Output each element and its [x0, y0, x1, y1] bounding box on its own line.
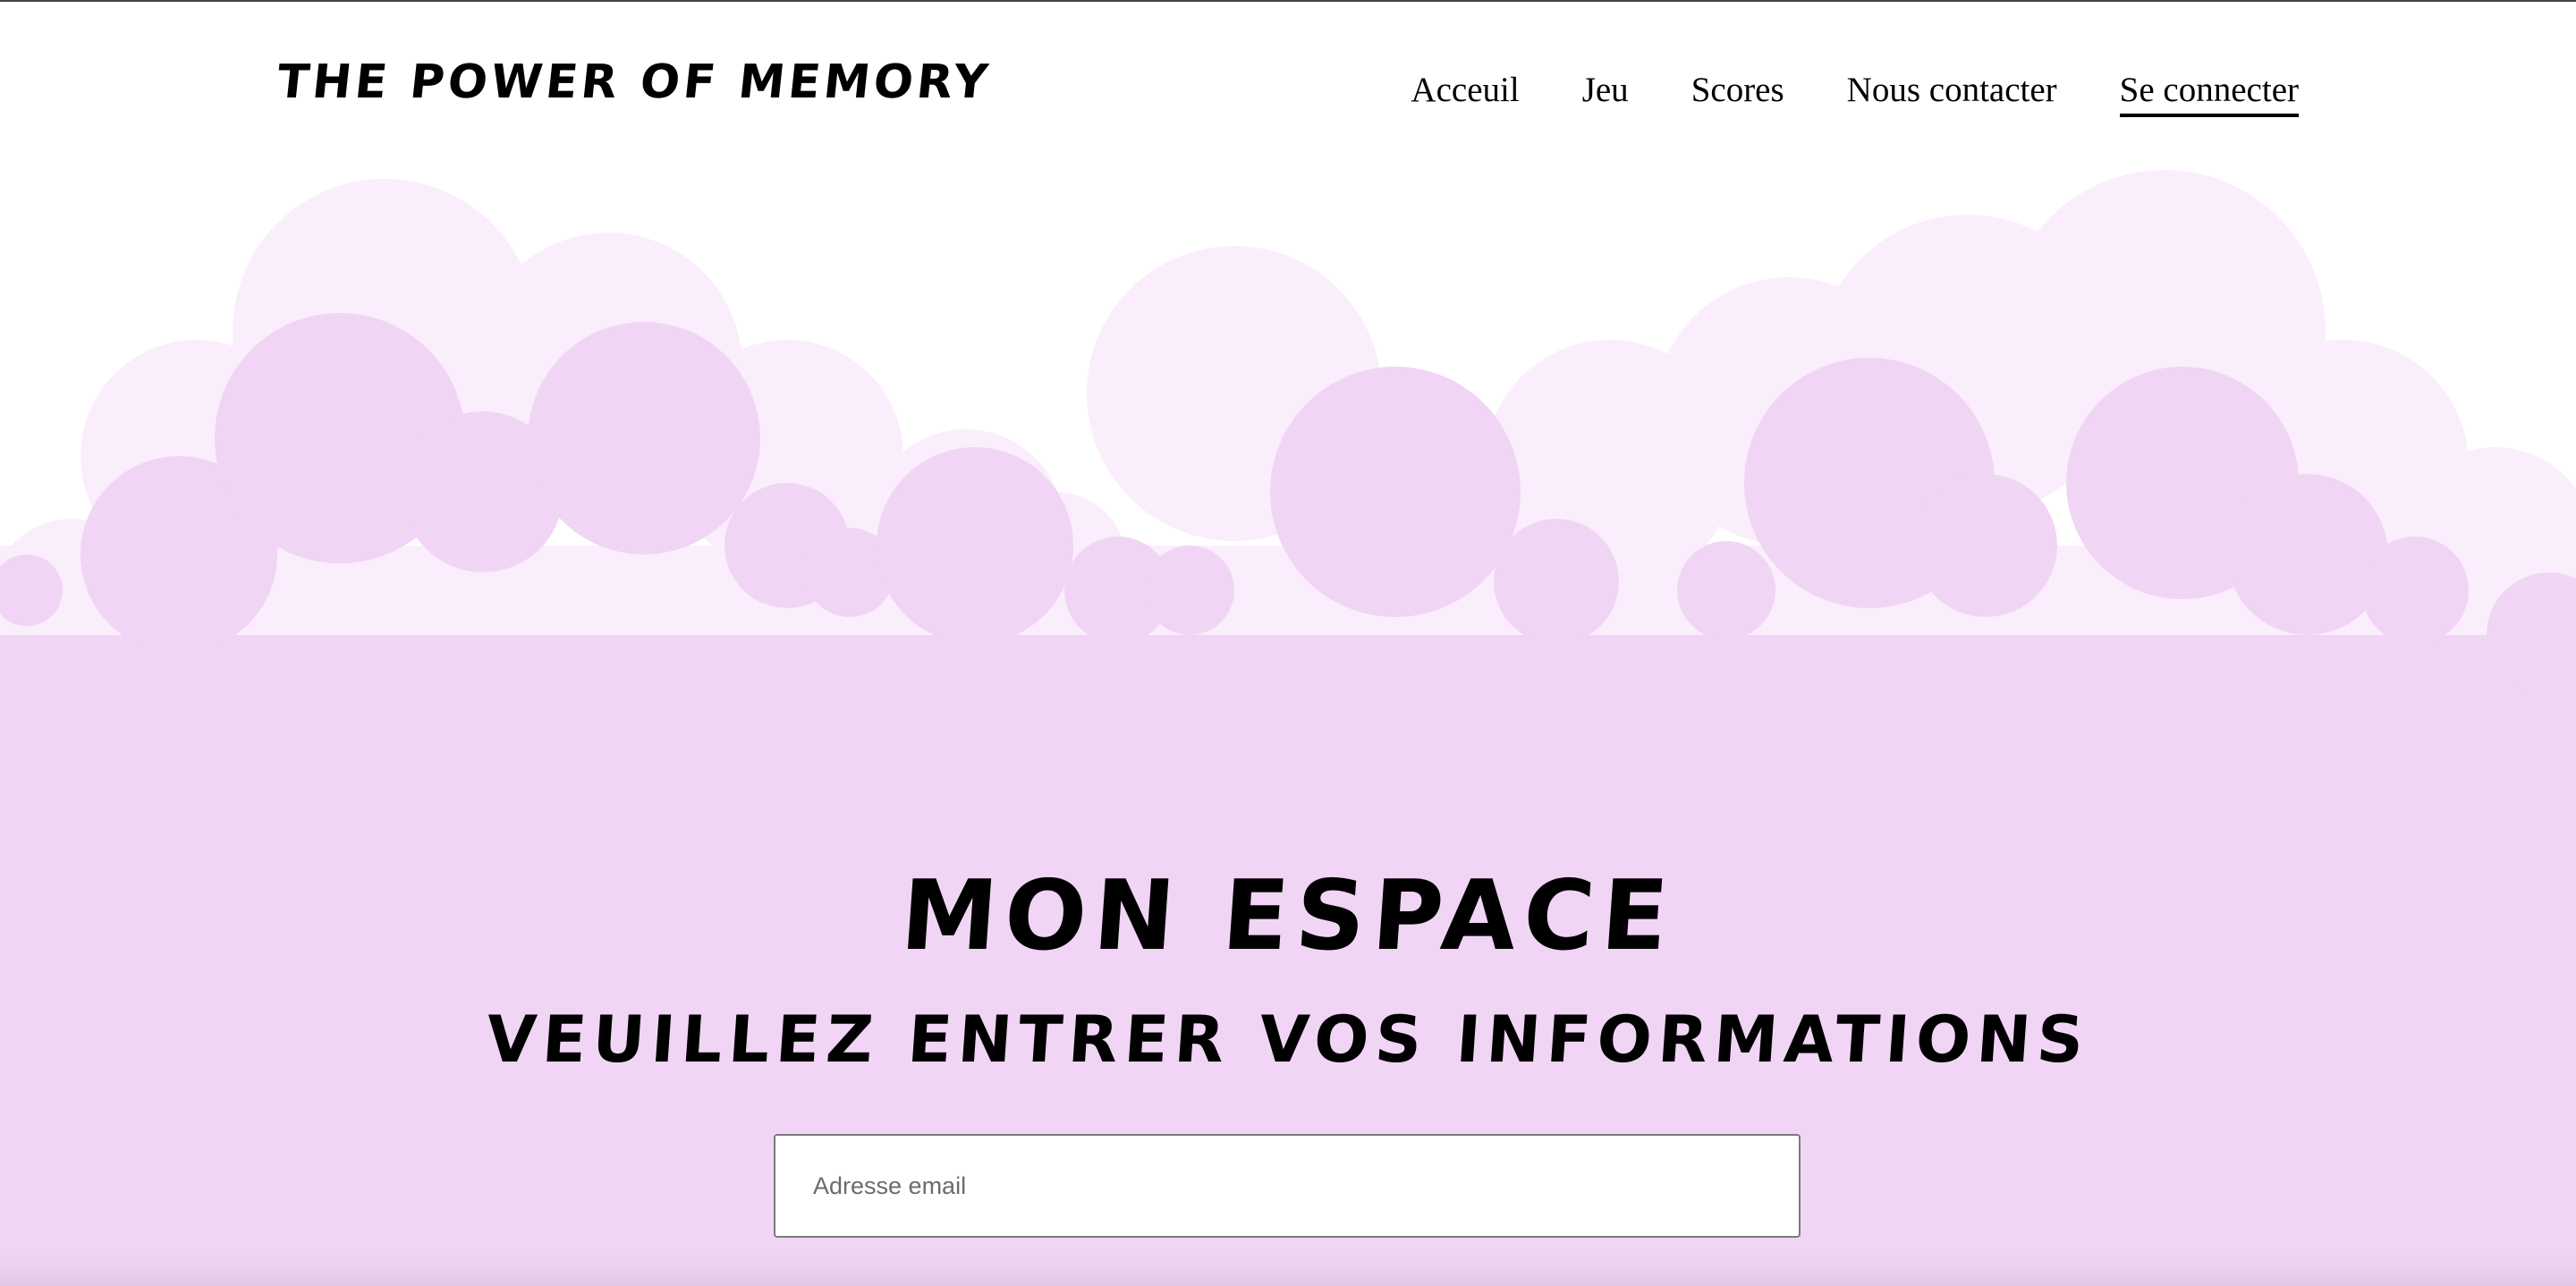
nav-link-jeu[interactable]: Jeu	[1582, 70, 1629, 117]
page-subtitle: Veuillez entrer vos informations	[483, 1001, 2093, 1077]
bottom-shadow	[0, 1252, 2576, 1286]
site-header: The Power of Memory Acceuil Jeu Scores N…	[0, 0, 2576, 179]
nav-link-acceuil[interactable]: Acceuil	[1411, 70, 1519, 117]
nav-link-se-connecter[interactable]: Se connecter	[2119, 70, 2299, 117]
site-logo[interactable]: The Power of Memory	[275, 55, 994, 109]
nav-link-scores[interactable]: Scores	[1691, 70, 1784, 117]
cloud-background	[0, 170, 2576, 1286]
nav-link-nous-contacter[interactable]: Nous contacter	[1847, 70, 2057, 117]
page-title: Mon espace	[897, 860, 1679, 973]
main-nav: Acceuil Jeu Scores Nous contacter Se con…	[1411, 70, 2299, 117]
email-field[interactable]	[774, 1134, 1801, 1238]
